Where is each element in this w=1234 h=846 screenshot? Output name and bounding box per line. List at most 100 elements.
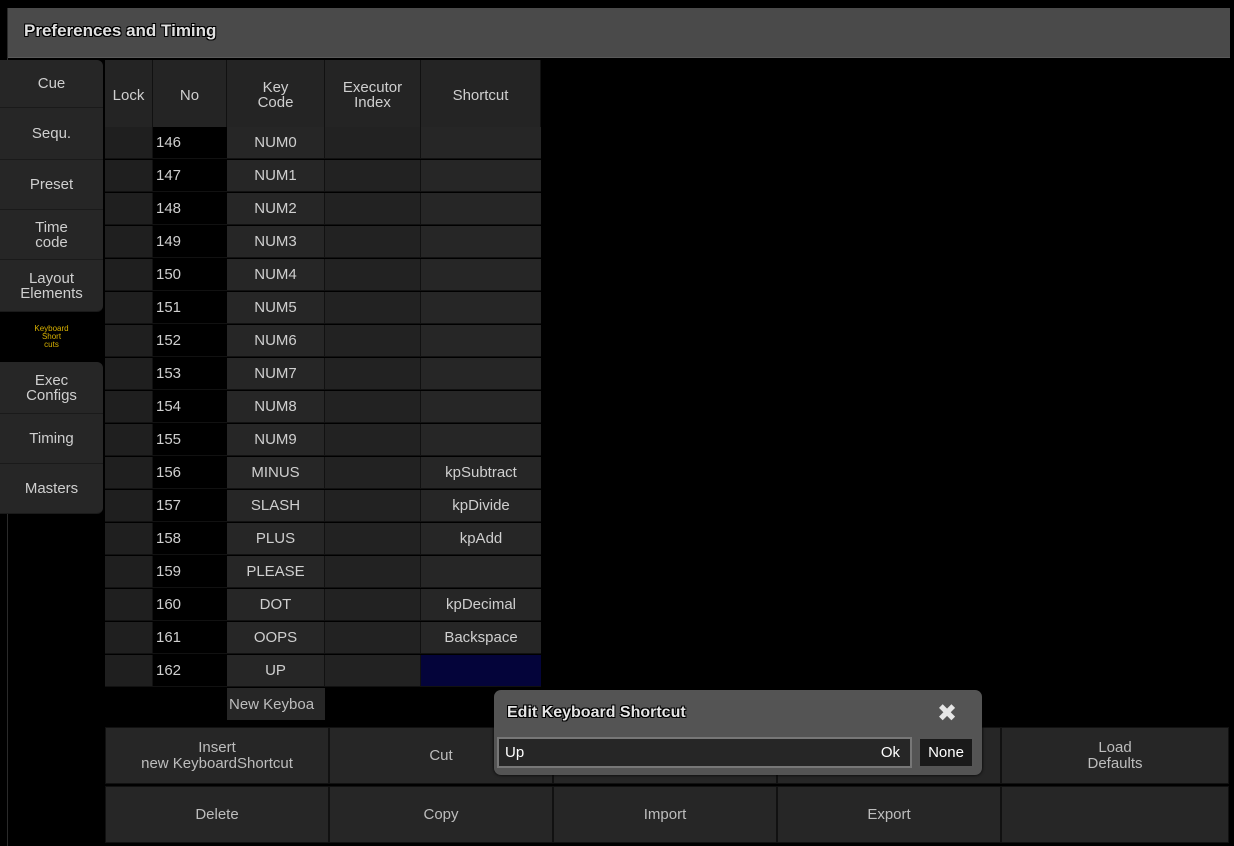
copy-button[interactable]: Copy [329,786,553,843]
none-button[interactable]: None [918,737,974,768]
number-cell[interactable]: 156 [153,457,227,489]
lock-cell[interactable] [105,391,153,423]
executor-index-cell[interactable] [325,523,421,555]
title-bar[interactable]: Preferences and Timing [8,8,1230,58]
executor-index-cell[interactable] [325,292,421,324]
ok-button[interactable]: Ok [881,744,900,761]
shortcut-cell[interactable] [421,292,541,324]
executor-index-cell[interactable] [325,424,421,456]
lock-cell[interactable] [105,457,153,489]
number-cell[interactable]: 159 [153,556,227,588]
shortcut-cell[interactable] [421,160,541,192]
import-button[interactable]: Import [553,786,777,843]
load-defaults-button[interactable]: Load Defaults [1001,727,1229,784]
shortcut-cell[interactable] [421,556,541,588]
sidebar-item-sequ[interactable]: Sequ. [0,108,103,160]
shortcut-cell[interactable] [421,325,541,357]
number-cell[interactable]: 148 [153,193,227,225]
insert-button[interactable]: Insert new KeyboardShortcut [105,727,329,784]
key-code-cell[interactable]: PLEASE [227,556,325,588]
lock-cell[interactable] [105,358,153,390]
sidebar-item-masters[interactable]: Masters [0,464,103,514]
column-header-key-code[interactable]: Key Code [227,60,325,130]
number-cell[interactable]: 158 [153,523,227,555]
executor-index-cell[interactable] [325,490,421,522]
key-code-cell[interactable]: OOPS [227,622,325,654]
key-code-cell[interactable]: NUM9 [227,424,325,456]
executor-index-cell[interactable] [325,391,421,423]
number-cell[interactable]: 150 [153,259,227,291]
key-code-cell[interactable]: PLUS [227,523,325,555]
key-code-cell[interactable]: NUM7 [227,358,325,390]
executor-index-cell[interactable] [325,556,421,588]
number-cell[interactable]: 146 [153,127,227,159]
shortcut-cell[interactable] [421,655,541,687]
shortcut-cell[interactable] [421,226,541,258]
column-header-shortcut[interactable]: Shortcut [421,60,541,130]
executor-index-cell[interactable] [325,259,421,291]
lock-cell[interactable] [105,127,153,159]
key-code-cell[interactable]: NUM8 [227,391,325,423]
sidebar-item-timing[interactable]: Timing [0,414,103,464]
button-blank-3[interactable] [1001,786,1229,843]
sidebar-item-layout-elements[interactable]: Layout Elements [0,260,103,312]
number-cell[interactable]: 161 [153,622,227,654]
shortcut-cell[interactable]: kpDecimal [421,589,541,621]
key-code-cell[interactable]: NUM2 [227,193,325,225]
executor-index-cell[interactable] [325,358,421,390]
key-code-cell[interactable]: NUM6 [227,325,325,357]
key-code-cell[interactable]: DOT [227,589,325,621]
lock-cell[interactable] [105,655,153,687]
lock-cell[interactable] [105,523,153,555]
shortcut-cell[interactable] [421,358,541,390]
executor-index-cell[interactable] [325,226,421,258]
number-cell[interactable]: 153 [153,358,227,390]
key-code-cell[interactable]: NUM3 [227,226,325,258]
sidebar-item-cue[interactable]: Cue [0,60,103,108]
executor-index-cell[interactable] [325,589,421,621]
lock-cell[interactable] [105,589,153,621]
key-code-cell[interactable]: NUM4 [227,259,325,291]
executor-index-cell[interactable] [325,127,421,159]
lock-cell[interactable] [105,490,153,522]
lock-cell[interactable] [105,325,153,357]
column-header-executor-index[interactable]: Executor Index [325,60,421,130]
key-code-cell[interactable]: UP [227,655,325,687]
key-code-cell[interactable]: SLASH [227,490,325,522]
lock-cell[interactable] [105,424,153,456]
executor-index-cell[interactable] [325,325,421,357]
key-code-cell[interactable]: NUM5 [227,292,325,324]
shortcut-cell[interactable] [421,127,541,159]
shortcut-input[interactable]: Up Ok [497,737,912,768]
number-cell[interactable]: 152 [153,325,227,357]
column-header-lock[interactable]: Lock [105,60,153,130]
shortcut-cell[interactable] [421,424,541,456]
number-cell[interactable]: 147 [153,160,227,192]
lock-cell[interactable] [105,556,153,588]
shortcut-cell[interactable]: kpDivide [421,490,541,522]
executor-index-cell[interactable] [325,160,421,192]
executor-index-cell[interactable] [325,457,421,489]
sidebar-item-exec-configs[interactable]: Exec Configs [0,362,103,414]
key-code-cell[interactable]: NUM1 [227,160,325,192]
lock-cell[interactable] [105,622,153,654]
shortcut-cell[interactable]: kpSubtract [421,457,541,489]
key-code-cell[interactable]: NUM0 [227,127,325,159]
new-keyboard-shortcut-row[interactable]: New Keyboa [227,688,325,720]
close-icon[interactable]: ✖ [934,701,960,727]
column-header-no[interactable]: No [153,60,227,130]
sidebar-item-timecode[interactable]: Time code [0,210,103,260]
lock-cell[interactable] [105,226,153,258]
shortcut-cell[interactable]: Backspace [421,622,541,654]
number-cell[interactable]: 154 [153,391,227,423]
sidebar-item-keyboard-shortcuts[interactable]: Keyboard Short cuts [0,312,103,362]
number-cell[interactable]: 160 [153,589,227,621]
executor-index-cell[interactable] [325,193,421,225]
shortcut-cell[interactable] [421,193,541,225]
sidebar-item-preset[interactable]: Preset [0,160,103,210]
key-code-cell[interactable]: MINUS [227,457,325,489]
lock-cell[interactable] [105,160,153,192]
shortcut-cell[interactable]: kpAdd [421,523,541,555]
number-cell[interactable]: 157 [153,490,227,522]
executor-index-cell[interactable] [325,655,421,687]
